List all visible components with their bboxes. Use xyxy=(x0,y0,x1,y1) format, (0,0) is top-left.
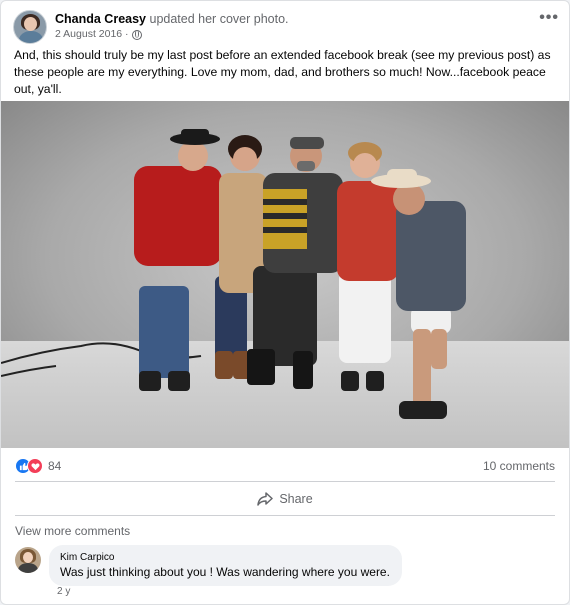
post-header: Chanda Creasy updated her cover photo. 2… xyxy=(13,9,557,45)
commenter-name[interactable]: Kim Carpico xyxy=(60,551,390,564)
commenter-avatar[interactable] xyxy=(15,547,41,573)
author-name[interactable]: Chanda Creasy xyxy=(55,12,146,26)
cover-photo[interactable] xyxy=(1,101,569,448)
post-card: Chanda Creasy updated her cover photo. 2… xyxy=(0,0,570,605)
post-date[interactable]: 2 August 2016 · xyxy=(55,27,129,42)
comment-time[interactable]: 2 y xyxy=(57,586,70,597)
love-icon[interactable] xyxy=(27,458,43,474)
post-action: updated her cover photo. xyxy=(149,12,289,26)
comments-count[interactable]: 10 comments xyxy=(483,459,555,473)
divider xyxy=(15,481,555,482)
more-options-icon[interactable]: ••• xyxy=(539,9,559,27)
comment-bubble: Kim Carpico Was just thinking about you … xyxy=(49,545,402,586)
divider xyxy=(15,515,555,516)
globe-icon xyxy=(131,29,142,40)
post-header-text: Chanda Creasy updated her cover photo. 2… xyxy=(55,12,289,42)
share-label: Share xyxy=(279,492,313,506)
group-photo-image xyxy=(1,101,569,448)
comment-text: Was just thinking about you ! Was wander… xyxy=(60,565,390,579)
post-stats: 84 10 comments xyxy=(15,456,555,476)
view-more-comments[interactable]: View more comments xyxy=(15,524,130,538)
comment-item: Kim Carpico Was just thinking about you … xyxy=(15,545,402,586)
share-button[interactable]: Share xyxy=(15,485,555,513)
post-text: And, this should truly be my last post b… xyxy=(14,48,551,96)
author-line: Chanda Creasy updated her cover photo. xyxy=(55,12,289,27)
share-icon xyxy=(257,492,274,506)
reactions-count[interactable]: 84 xyxy=(48,459,61,473)
author-avatar[interactable] xyxy=(13,10,47,44)
post-meta: 2 August 2016 · xyxy=(55,27,289,42)
